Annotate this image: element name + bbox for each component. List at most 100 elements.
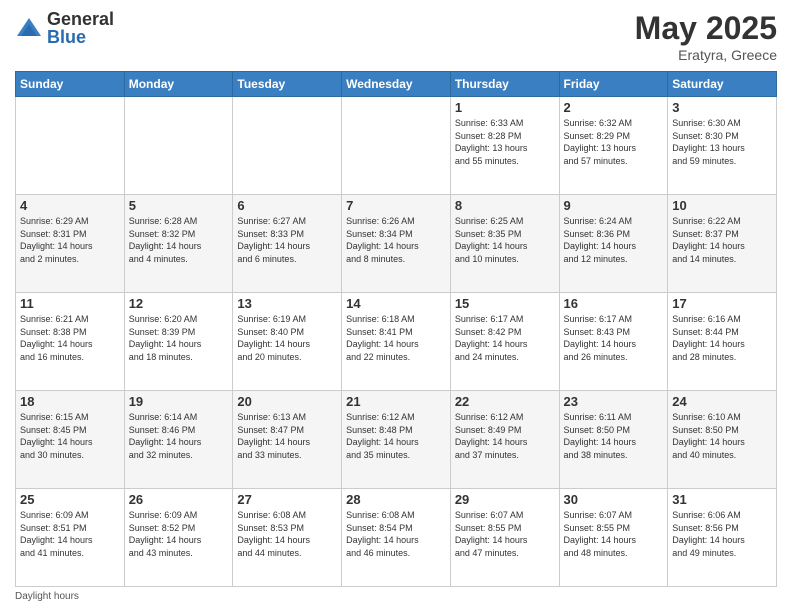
day-number: 18	[20, 394, 120, 409]
day-info: Sunrise: 6:10 AM Sunset: 8:50 PM Dayligh…	[672, 411, 772, 461]
logo-blue-text: Blue	[47, 28, 114, 46]
day-number: 4	[20, 198, 120, 213]
day-info: Sunrise: 6:17 AM Sunset: 8:43 PM Dayligh…	[564, 313, 664, 363]
calendar-cell: 7Sunrise: 6:26 AM Sunset: 8:34 PM Daylig…	[342, 195, 451, 293]
day-info: Sunrise: 6:25 AM Sunset: 8:35 PM Dayligh…	[455, 215, 555, 265]
calendar-week-4: 18 Sunrise: 6:15 AM Sunset: 8:45 PM Dayli…	[16, 391, 777, 489]
day-number: 21	[346, 394, 446, 409]
calendar-cell: 4 Sunrise: 6:29 AM Sunset: 8:31 PM Daylig…	[16, 195, 125, 293]
day-info: Sunrise: 6:12 AM Sunset: 8:48 PM Dayligh…	[346, 411, 446, 461]
daylight-label: Daylight hours	[15, 591, 79, 602]
calendar-cell: 5 Sunrise: 6:28 AM Sunset: 8:32 PM Daylig…	[124, 195, 233, 293]
day-info: Sunrise: 6:19 AM Sunset: 8:40 PM Dayligh…	[237, 313, 337, 363]
logo-general-text: General	[47, 10, 114, 28]
day-info: Sunrise: 6:33 AM Sunset: 8:28 PM Dayligh…	[455, 117, 555, 167]
day-info: Sunrise: 6:17 AM Sunset: 8:42 PM Dayligh…	[455, 313, 555, 363]
calendar-cell: 18 Sunrise: 6:15 AM Sunset: 8:45 PM Dayli…	[16, 391, 125, 489]
day-info: Sunrise: 6:20 AM Sunset: 8:39 PM Dayligh…	[129, 313, 229, 363]
day-info: Sunrise: 6:15 AM Sunset: 8:45 PM Dayligh…	[20, 411, 120, 461]
calendar-header-row: SundayMondayTuesdayWednesdayThursdayFrid…	[16, 72, 777, 97]
day-number: 29	[455, 492, 555, 507]
day-number: 7	[346, 198, 446, 213]
calendar-header-sunday: Sunday	[16, 72, 125, 97]
logo: General Blue	[15, 10, 114, 46]
day-info: Sunrise: 6:32 AM Sunset: 8:29 PM Dayligh…	[564, 117, 664, 167]
day-number: 8	[455, 198, 555, 213]
calendar-cell: 10 Sunrise: 6:22 AM Sunset: 8:37 PM Dayli…	[668, 195, 777, 293]
day-info: Sunrise: 6:09 AM Sunset: 8:51 PM Dayligh…	[20, 509, 120, 559]
page: General Blue May 2025 Eratyra, Greece Su…	[0, 0, 792, 612]
calendar-week-5: 25 Sunrise: 6:09 AM Sunset: 8:51 PM Dayli…	[16, 489, 777, 587]
calendar-header-thursday: Thursday	[450, 72, 559, 97]
day-number: 16	[564, 296, 664, 311]
calendar-cell: 21 Sunrise: 6:12 AM Sunset: 8:48 PM Dayli…	[342, 391, 451, 489]
day-number: 31	[672, 492, 772, 507]
day-number: 25	[20, 492, 120, 507]
day-number: 2	[564, 100, 664, 115]
day-number: 30	[564, 492, 664, 507]
day-info: Sunrise: 6:13 AM Sunset: 8:47 PM Dayligh…	[237, 411, 337, 461]
calendar-cell: 24Sunrise: 6:10 AM Sunset: 8:50 PM Dayli…	[668, 391, 777, 489]
day-info: Sunrise: 6:07 AM Sunset: 8:55 PM Dayligh…	[564, 509, 664, 559]
calendar-cell: 27 Sunrise: 6:08 AM Sunset: 8:53 PM Dayli…	[233, 489, 342, 587]
day-number: 20	[237, 394, 337, 409]
calendar-cell: 30 Sunrise: 6:07 AM Sunset: 8:55 PM Dayli…	[559, 489, 668, 587]
day-number: 22	[455, 394, 555, 409]
calendar-cell: 9Sunrise: 6:24 AM Sunset: 8:36 PM Daylig…	[559, 195, 668, 293]
day-number: 13	[237, 296, 337, 311]
calendar-cell	[233, 97, 342, 195]
calendar-cell: 26Sunrise: 6:09 AM Sunset: 8:52 PM Dayli…	[124, 489, 233, 587]
day-info: Sunrise: 6:22 AM Sunset: 8:37 PM Dayligh…	[672, 215, 772, 265]
day-info: Sunrise: 6:28 AM Sunset: 8:32 PM Dayligh…	[129, 215, 229, 265]
day-info: Sunrise: 6:08 AM Sunset: 8:53 PM Dayligh…	[237, 509, 337, 559]
calendar-table: SundayMondayTuesdayWednesdayThursdayFrid…	[15, 71, 777, 587]
day-number: 27	[237, 492, 337, 507]
calendar-cell: 13 Sunrise: 6:19 AM Sunset: 8:40 PM Dayli…	[233, 293, 342, 391]
calendar-cell: 28Sunrise: 6:08 AM Sunset: 8:54 PM Dayli…	[342, 489, 451, 587]
calendar-cell: 8 Sunrise: 6:25 AM Sunset: 8:35 PM Daylig…	[450, 195, 559, 293]
day-number: 28	[346, 492, 446, 507]
day-info: Sunrise: 6:14 AM Sunset: 8:46 PM Dayligh…	[129, 411, 229, 461]
day-number: 3	[672, 100, 772, 115]
calendar-header-tuesday: Tuesday	[233, 72, 342, 97]
calendar-cell: 3 Sunrise: 6:30 AM Sunset: 8:30 PM Daylig…	[668, 97, 777, 195]
calendar-cell: 22Sunrise: 6:12 AM Sunset: 8:49 PM Dayli…	[450, 391, 559, 489]
day-number: 14	[346, 296, 446, 311]
day-number: 15	[455, 296, 555, 311]
calendar-cell: 16 Sunrise: 6:17 AM Sunset: 8:43 PM Dayli…	[559, 293, 668, 391]
calendar-week-3: 11Sunrise: 6:21 AM Sunset: 8:38 PM Dayli…	[16, 293, 777, 391]
day-number: 23	[564, 394, 664, 409]
calendar-cell: 1 Sunrise: 6:33 AM Sunset: 8:28 PM Daylig…	[450, 97, 559, 195]
calendar-cell: 17 Sunrise: 6:16 AM Sunset: 8:44 PM Dayli…	[668, 293, 777, 391]
calendar-cell: 14Sunrise: 6:18 AM Sunset: 8:41 PM Dayli…	[342, 293, 451, 391]
day-number: 10	[672, 198, 772, 213]
day-number: 5	[129, 198, 229, 213]
calendar-cell: 31 Sunrise: 6:06 AM Sunset: 8:56 PM Dayli…	[668, 489, 777, 587]
logo-text: General Blue	[47, 10, 114, 46]
day-number: 6	[237, 198, 337, 213]
day-info: Sunrise: 6:06 AM Sunset: 8:56 PM Dayligh…	[672, 509, 772, 559]
day-info: Sunrise: 6:29 AM Sunset: 8:31 PM Dayligh…	[20, 215, 120, 265]
footer: Daylight hours	[15, 591, 777, 602]
day-number: 1	[455, 100, 555, 115]
calendar-cell: 20 Sunrise: 6:13 AM Sunset: 8:47 PM Dayli…	[233, 391, 342, 489]
calendar-header-friday: Friday	[559, 72, 668, 97]
day-info: Sunrise: 6:07 AM Sunset: 8:55 PM Dayligh…	[455, 509, 555, 559]
day-number: 26	[129, 492, 229, 507]
day-info: Sunrise: 6:30 AM Sunset: 8:30 PM Dayligh…	[672, 117, 772, 167]
calendar-cell: 29 Sunrise: 6:07 AM Sunset: 8:55 PM Dayli…	[450, 489, 559, 587]
calendar-week-1: 1 Sunrise: 6:33 AM Sunset: 8:28 PM Daylig…	[16, 97, 777, 195]
calendar-cell: 6 Sunrise: 6:27 AM Sunset: 8:33 PM Daylig…	[233, 195, 342, 293]
day-info: Sunrise: 6:16 AM Sunset: 8:44 PM Dayligh…	[672, 313, 772, 363]
day-number: 19	[129, 394, 229, 409]
day-info: Sunrise: 6:24 AM Sunset: 8:36 PM Dayligh…	[564, 215, 664, 265]
calendar-header-wednesday: Wednesday	[342, 72, 451, 97]
calendar-cell: 15 Sunrise: 6:17 AM Sunset: 8:42 PM Dayli…	[450, 293, 559, 391]
logo-icon	[15, 14, 43, 42]
calendar-header-monday: Monday	[124, 72, 233, 97]
calendar-cell: 11Sunrise: 6:21 AM Sunset: 8:38 PM Dayli…	[16, 293, 125, 391]
day-info: Sunrise: 6:27 AM Sunset: 8:33 PM Dayligh…	[237, 215, 337, 265]
day-number: 17	[672, 296, 772, 311]
calendar-cell	[124, 97, 233, 195]
calendar-cell: 25 Sunrise: 6:09 AM Sunset: 8:51 PM Dayli…	[16, 489, 125, 587]
